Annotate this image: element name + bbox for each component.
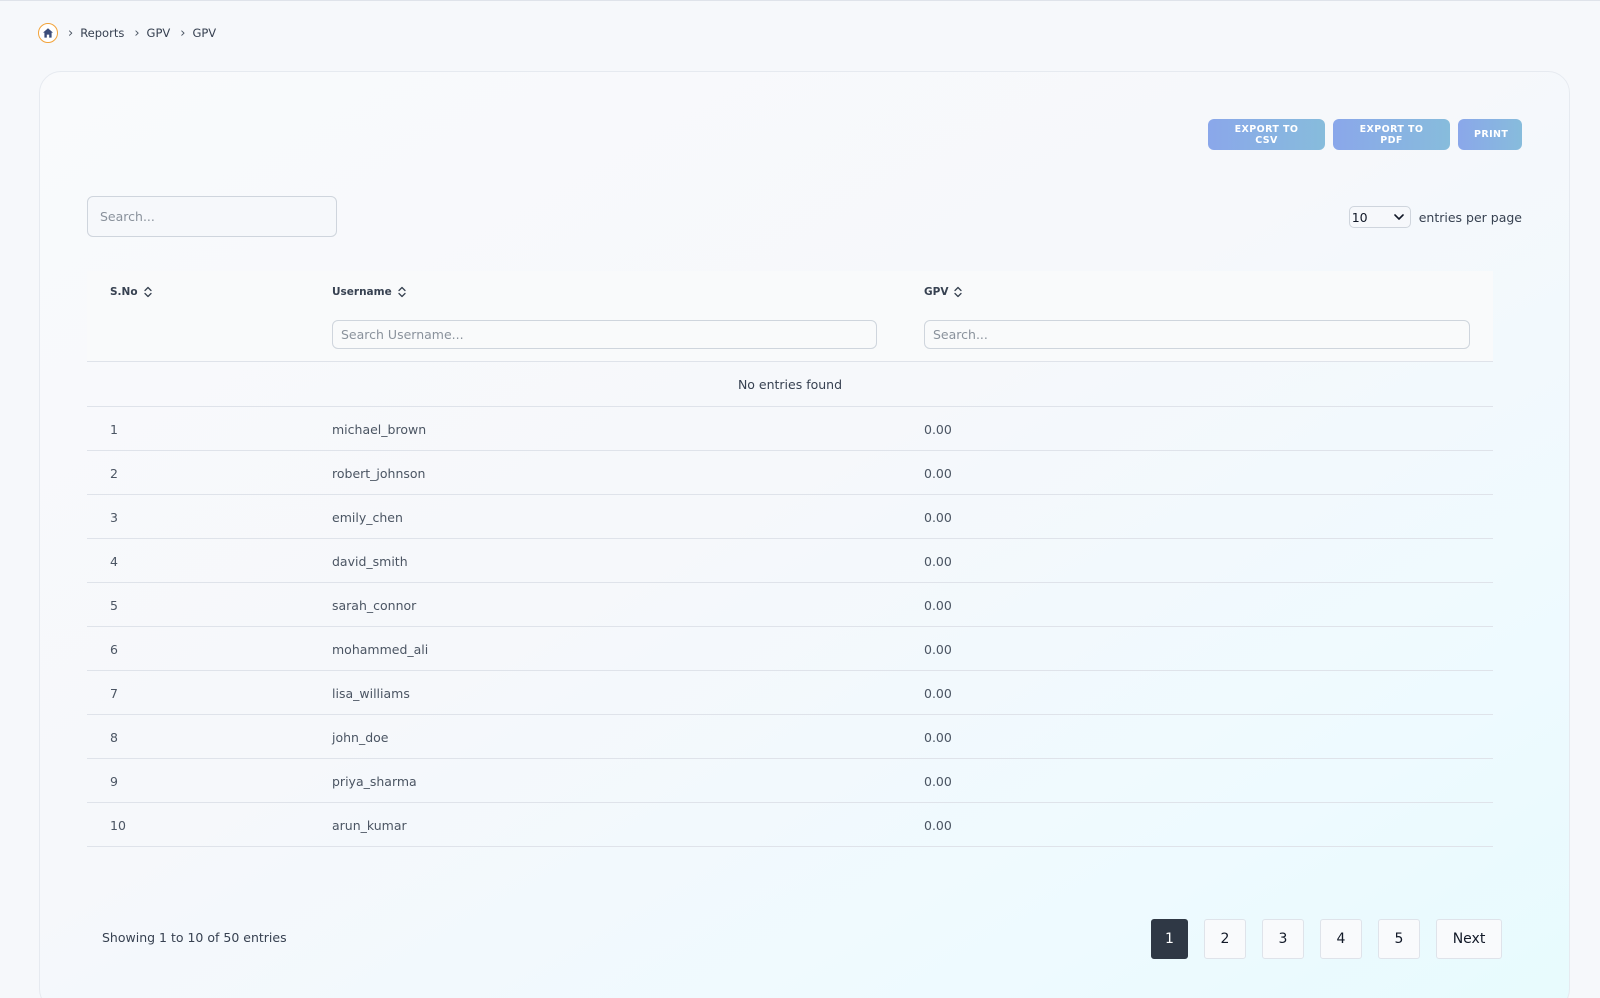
- cell-gpv: 0.00: [924, 641, 952, 657]
- page-button-3[interactable]: 3: [1262, 919, 1304, 959]
- table-row[interactable]: 4 david_smith 0.00: [87, 539, 1493, 583]
- cell-gpv: 0.00: [924, 685, 952, 701]
- cell-username: lisa_williams: [332, 685, 410, 701]
- column-header-sno[interactable]: S.No: [110, 286, 152, 298]
- export-toolbar: Export to CSV Export to PDF Print: [1208, 119, 1522, 150]
- breadcrumb-item-reports[interactable]: Reports: [80, 26, 124, 40]
- export-csv-button[interactable]: Export to CSV: [1208, 119, 1325, 150]
- chevron-right-icon: ›: [68, 25, 74, 41]
- cell-gpv: 0.00: [924, 421, 952, 437]
- cell-gpv: 0.00: [924, 597, 952, 613]
- cell-username: robert_johnson: [332, 465, 426, 481]
- entries-per-page-value: 10: [1351, 209, 1368, 225]
- next-page-button[interactable]: Next: [1436, 919, 1502, 959]
- table-row[interactable]: 5 sarah_connor 0.00: [87, 583, 1493, 627]
- cell-username: arun_kumar: [332, 817, 407, 833]
- cell-gpv: 0.00: [924, 773, 952, 789]
- breadcrumb-item-gpv[interactable]: GPV: [147, 26, 171, 40]
- cell-sno: 8: [110, 729, 118, 745]
- table-header: S.No Username GPV: [87, 271, 1493, 362]
- cell-sno: 2: [110, 465, 118, 481]
- column-header-label: Username: [332, 286, 392, 298]
- cell-username: mohammed_ali: [332, 641, 429, 657]
- gpv-table: S.No Username GPV No entries found: [87, 271, 1493, 847]
- table-row[interactable]: 1 michael_brown 0.00: [87, 407, 1493, 451]
- search-input[interactable]: [87, 196, 337, 237]
- column-header-label: S.No: [110, 286, 138, 298]
- export-pdf-button[interactable]: Export to PDF: [1333, 119, 1450, 150]
- page-button-5[interactable]: 5: [1378, 919, 1420, 959]
- table-row[interactable]: 2 robert_johnson 0.00: [87, 451, 1493, 495]
- page-button-2[interactable]: 2: [1204, 919, 1246, 959]
- column-header-label: GPV: [924, 286, 949, 298]
- page-button-4[interactable]: 4: [1320, 919, 1362, 959]
- sort-icon[interactable]: [954, 286, 963, 298]
- column-header-gpv[interactable]: GPV: [924, 286, 963, 298]
- cell-username: michael_brown: [332, 421, 427, 437]
- cell-sno: 3: [110, 509, 118, 525]
- sort-icon[interactable]: [398, 286, 406, 298]
- page-button-1[interactable]: 1: [1151, 919, 1188, 959]
- entries-summary: Showing 1 to 10 of 50 entries: [102, 930, 287, 945]
- cell-username: emily_chen: [332, 509, 403, 525]
- table-row[interactable]: 3 emily_chen 0.00: [87, 495, 1493, 539]
- home-icon-glyph: [43, 28, 53, 38]
- table-row[interactable]: 9 priya_sharma 0.00: [87, 759, 1493, 803]
- chevron-down-icon: [1393, 214, 1404, 220]
- cell-sno: 5: [110, 597, 118, 613]
- breadcrumb: › Reports › GPV › GPV: [38, 22, 216, 44]
- cell-username: john_doe: [332, 729, 389, 745]
- top-border: [0, 0, 1600, 1]
- sort-icon[interactable]: [143, 286, 152, 298]
- report-card: Export to CSV Export to PDF Print 10 ent…: [39, 71, 1570, 998]
- chevron-right-icon: ›: [134, 25, 140, 41]
- entries-per-page-label: entries per page: [1418, 209, 1522, 225]
- column-header-username[interactable]: Username: [332, 286, 406, 298]
- cell-gpv: 0.00: [924, 465, 952, 481]
- cell-username: sarah_connor: [332, 597, 417, 613]
- table-row[interactable]: 10 arun_kumar 0.00: [87, 803, 1493, 847]
- cell-sno: 1: [110, 421, 118, 437]
- entries-per-page: 10 entries per page: [1348, 206, 1522, 228]
- gpv-filter-input[interactable]: [924, 320, 1470, 349]
- cell-username: david_smith: [332, 553, 408, 569]
- table-row[interactable]: 8 john_doe 0.00: [87, 715, 1493, 759]
- cell-username: priya_sharma: [332, 773, 417, 789]
- cell-gpv: 0.00: [924, 509, 952, 525]
- table-row[interactable]: 7 lisa_williams 0.00: [87, 671, 1493, 715]
- cell-gpv: 0.00: [924, 553, 952, 569]
- cell-sno: 7: [110, 685, 118, 701]
- pagination: 1 2 3 4 5 Next: [1151, 919, 1502, 959]
- cell-gpv: 0.00: [924, 729, 952, 745]
- entries-per-page-select[interactable]: 10: [1348, 206, 1411, 228]
- breadcrumb-item-gpv-current: GPV: [192, 26, 217, 40]
- cell-sno: 4: [110, 553, 118, 569]
- username-filter-input[interactable]: [332, 320, 877, 349]
- cell-gpv: 0.00: [924, 817, 952, 833]
- chevron-right-icon: ›: [180, 25, 186, 41]
- home-icon[interactable]: [38, 23, 58, 43]
- table-row[interactable]: 6 mohammed_ali 0.00: [87, 627, 1493, 671]
- cell-sno: 6: [110, 641, 118, 657]
- empty-message: No entries found: [87, 362, 1493, 407]
- cell-sno: 9: [110, 773, 118, 789]
- print-button[interactable]: Print: [1458, 119, 1522, 150]
- cell-sno: 10: [110, 817, 126, 833]
